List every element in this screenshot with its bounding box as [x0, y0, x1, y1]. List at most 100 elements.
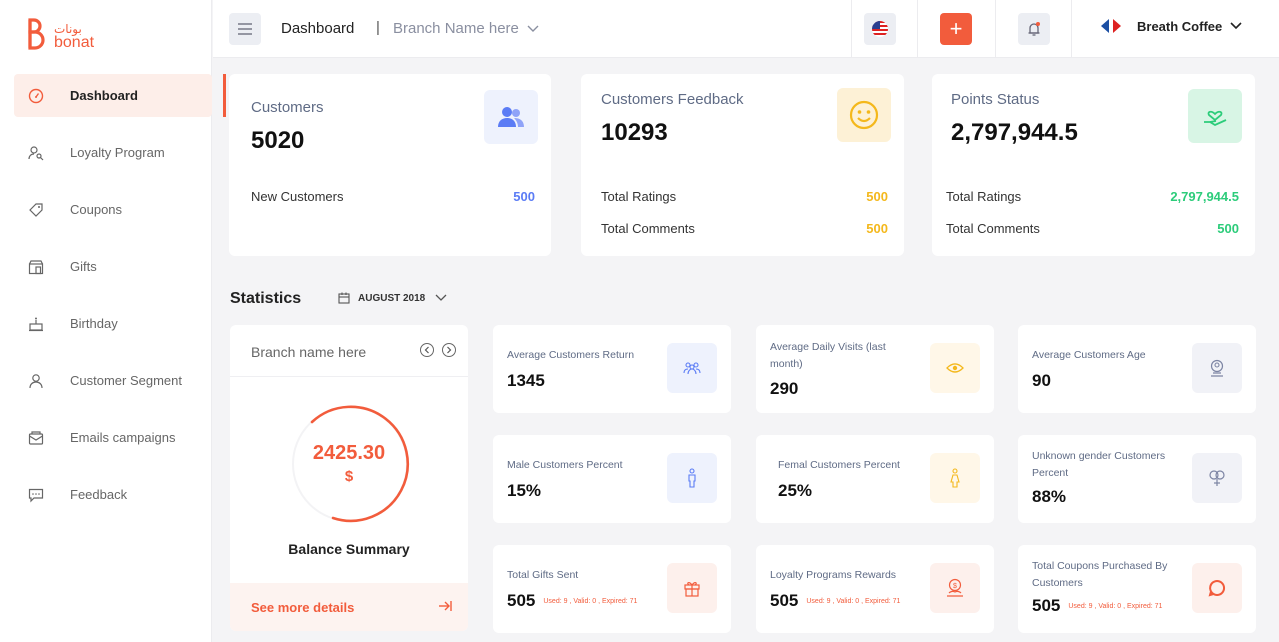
female-customers-percent-card: Femal Customers Percent 25%	[756, 435, 994, 523]
balance-card-header: Branch name here	[230, 325, 468, 377]
row-value: 500	[1217, 221, 1239, 236]
chat-icon	[28, 487, 44, 503]
gauge-icon	[28, 88, 44, 104]
row-label: New Customers	[251, 189, 344, 204]
stat-value: 15%	[507, 481, 542, 500]
sidebar-nav: Dashboard Loyalty Program Coupons Gifts …	[14, 74, 226, 530]
sidebar-item-emails-campaigns[interactable]: Emails campaigns	[14, 416, 212, 459]
gender-unknown-icon	[1192, 453, 1242, 503]
see-more-details-link[interactable]: See more details	[251, 600, 354, 615]
stat-value: 1345	[507, 371, 545, 390]
account-name: Breath Coffee	[1137, 18, 1223, 34]
reward-icon: $	[930, 563, 980, 613]
customers-feedback-card: Customers Feedback 10293 Total Ratings 5…	[581, 74, 904, 256]
stat-value: 505	[1032, 596, 1061, 615]
divider	[995, 0, 996, 58]
stat-value: 25%	[778, 481, 813, 500]
sidebar-item-customer-segment[interactable]: Customer Segment	[14, 359, 212, 402]
stat-breakdown: Used: 9 , Valid: 0 , Expired: 71	[806, 598, 901, 606]
sidebar-item-loyalty-program[interactable]: Loyalty Program	[14, 131, 212, 174]
avg-daily-visits-card: Average Daily Visits (last month) 290	[756, 325, 994, 413]
stat-label: Average Customers Return	[507, 349, 635, 361]
branch-select[interactable]: Branch Name here	[393, 20, 539, 37]
balance-amount: 2425.30	[312, 442, 386, 464]
smiley-icon	[837, 88, 891, 142]
sidebar-item-birthday[interactable]: Birthday	[14, 302, 212, 345]
sidebar-item-dashboard[interactable]: Dashboard	[14, 74, 226, 117]
row-value: 500	[866, 221, 888, 236]
next-branch-button[interactable]	[442, 343, 456, 357]
loyalty-programs-rewards-card: Loyalty Programs Rewards 505 Used: 9 , Va…	[756, 545, 994, 633]
hand-heart-icon	[1188, 89, 1242, 143]
stat-label: Total Coupons Purchased By Customers	[1032, 560, 1168, 589]
bonat-logo-icon	[28, 18, 45, 50]
gift-shop-icon	[28, 259, 44, 275]
card-title: Customers Feedback	[601, 91, 744, 108]
brand-logo-icon	[1101, 19, 1121, 33]
stat-label: Average Daily Visits (last month)	[770, 341, 886, 370]
stat-value: 505	[507, 591, 536, 610]
divider	[917, 0, 918, 58]
group-icon	[667, 343, 717, 393]
eye-icon	[930, 343, 980, 393]
menu-toggle-button[interactable]	[229, 13, 261, 45]
month-select-value: AUGUST 2018	[358, 292, 426, 304]
balance-currency: $	[344, 468, 354, 485]
page-title: Dashboard	[281, 20, 355, 37]
sidebar-item-label: Feedback	[70, 487, 128, 502]
stat-value-row: 505 Used: 9 , Valid: 0 , Expired: 71	[770, 591, 940, 611]
bonat-logo[interactable]: بونات bonat	[24, 18, 94, 54]
notifications-button[interactable]	[1018, 13, 1050, 45]
month-select[interactable]: AUGUST 2018	[338, 292, 455, 304]
stat-label: Total Gifts Sent	[507, 569, 579, 581]
new-customers-row: New Customers 500	[251, 189, 535, 204]
card-value: 10293	[601, 119, 668, 146]
card-value: 5020	[251, 127, 305, 154]
sidebar-item-feedback[interactable]: Feedback	[14, 473, 212, 516]
stat-label: Loyalty Programs Rewards	[770, 569, 897, 581]
total-gifts-sent-card: Total Gifts Sent 505 Used: 9 , Valid: 0 ,…	[493, 545, 731, 633]
sidebar-item-coupons[interactable]: Coupons	[14, 188, 212, 231]
sidebar-item-label: Customer Segment	[70, 373, 182, 388]
stat-breakdown: Used: 9 , Valid: 0 , Expired: 71	[543, 598, 638, 606]
hamburger-icon	[238, 23, 252, 35]
row-label: Total Ratings	[946, 189, 1022, 204]
topbar: Dashboard | Branch Name here + Breath Co…	[213, 0, 1279, 58]
previous-branch-button[interactable]	[420, 343, 434, 357]
plus-icon: +	[949, 16, 963, 41]
chevron-down-icon	[527, 25, 539, 32]
stat-value: 88%	[1032, 487, 1067, 506]
sidebar-item-label: Birthday	[70, 316, 118, 331]
total-comments-row: Total Comments 500	[946, 221, 1239, 236]
balance-branch-name: Branch name here	[251, 344, 367, 360]
svg-text:$: $	[953, 583, 957, 590]
add-button[interactable]: +	[940, 13, 972, 45]
customers-card: Customers 5020 New Customers 500	[229, 74, 551, 256]
age-badge-icon	[1192, 343, 1242, 393]
stat-breakdown: Used: 9 , Valid: 0 , Expired: 71	[1068, 603, 1163, 611]
title-separator: |	[376, 19, 380, 36]
chevron-down-icon	[435, 294, 447, 301]
account-menu[interactable]: Breath Coffee	[1099, 18, 1242, 34]
sidebar-item-gifts[interactable]: Gifts	[14, 245, 212, 288]
user-icon	[28, 373, 44, 389]
language-button[interactable]	[864, 13, 896, 45]
sidebar-item-label: Gifts	[70, 259, 97, 274]
stat-value: 90	[1032, 371, 1051, 390]
users-icon	[484, 90, 538, 144]
points-status-card: Points Status 2,797,944.5 Total Ratings …	[932, 74, 1255, 256]
total-coupons-purchased-card: Total Coupons Purchased By Customers 505…	[1018, 545, 1256, 633]
arrow-right-end-icon[interactable]	[438, 600, 452, 612]
statistics-title: Statistics	[230, 290, 302, 307]
total-ratings-row: Total Ratings 2,797,944.5	[946, 189, 1239, 204]
chevron-down-icon	[1230, 22, 1242, 30]
row-label: Total Comments	[946, 221, 1040, 236]
divider	[851, 0, 852, 58]
logo-text-english: bonat	[54, 34, 95, 51]
stat-label: Femal Customers Percent	[778, 459, 900, 471]
sidebar-item-label: Dashboard	[70, 88, 138, 103]
divider	[1071, 0, 1072, 58]
balance-card-footer: See more details	[230, 583, 468, 631]
stat-value: 290	[770, 379, 799, 398]
tag-icon	[28, 202, 44, 218]
